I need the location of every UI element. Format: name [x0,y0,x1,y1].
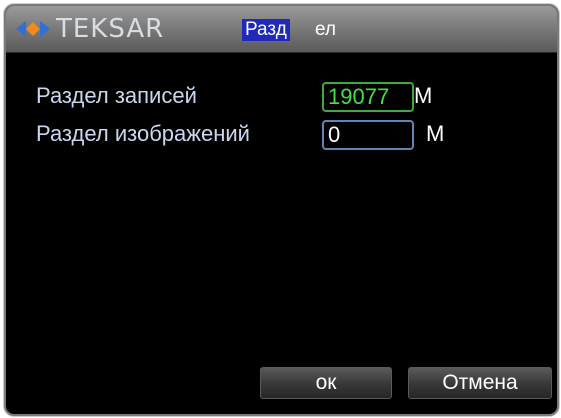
title-bar[interactable]: TEKSAR Разд ел [6,6,557,53]
logo-diamond-icon [16,18,50,40]
dialog-title-rest: ел [315,19,337,40]
image-partition-input[interactable]: 0 [322,120,414,150]
cancel-button[interactable]: Отмена [408,367,552,399]
logo-text: TEKSAR [56,14,165,44]
record-partition-input[interactable]: 19077 [322,82,414,112]
dialog-title-highlight: Разд [242,19,290,41]
record-partition-unit: M [414,83,433,108]
partition-dialog: TEKSAR Разд ел Раздел записей 19077 M Ра… [4,4,559,416]
record-partition-label: Раздел записей [36,83,197,108]
image-partition-label: Раздел изображений [36,121,250,146]
image-partition-unit: M [426,121,445,146]
brand-logo: TEKSAR [16,15,164,43]
ok-button[interactable]: ок [260,367,392,399]
